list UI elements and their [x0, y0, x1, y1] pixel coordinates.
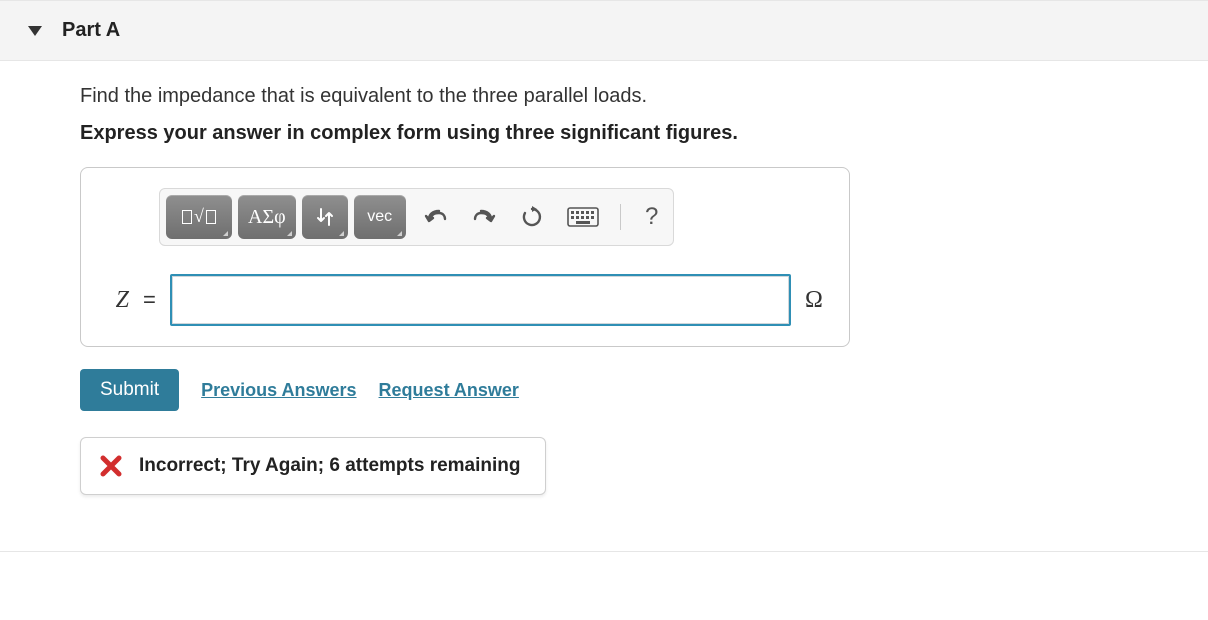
vector-tab[interactable]: vec	[354, 195, 406, 239]
part-header[interactable]: Part A	[0, 0, 1208, 61]
templates-tab[interactable]: √	[166, 195, 232, 239]
question-text: Find the impedance that is equivalent to…	[80, 85, 1100, 108]
unit-label: Ω	[805, 287, 827, 314]
part-title: Part A	[62, 19, 120, 42]
answer-box: √ ΑΣφ vec	[80, 167, 850, 347]
equals-sign: =	[143, 287, 156, 313]
vector-tab-label: vec	[367, 209, 392, 225]
feedback-message: Incorrect; Try Again; 6 attempts remaini…	[139, 455, 521, 477]
footer-divider	[0, 551, 1208, 552]
answer-input-row: Z = Ω	[103, 274, 827, 326]
instruction-text: Express your answer in complex form usin…	[80, 122, 1100, 145]
redo-button[interactable]	[466, 199, 502, 235]
answer-input[interactable]	[170, 274, 791, 326]
undo-button[interactable]	[418, 199, 454, 235]
equation-toolbar: √ ΑΣφ vec	[159, 188, 674, 246]
subscript-superscript-tab[interactable]	[302, 195, 348, 239]
submit-button[interactable]: Submit	[80, 369, 179, 411]
help-button[interactable]: ?	[639, 199, 665, 235]
variable-label: Z	[103, 287, 129, 314]
content-area: Find the impedance that is equivalent to…	[0, 61, 1100, 525]
request-answer-link[interactable]: Request Answer	[379, 380, 519, 401]
greek-tab[interactable]: ΑΣφ	[238, 195, 296, 239]
feedback-box: Incorrect; Try Again; 6 attempts remaini…	[80, 437, 546, 495]
previous-answers-link[interactable]: Previous Answers	[201, 380, 356, 401]
keyboard-button[interactable]	[562, 199, 604, 235]
reset-button[interactable]	[514, 199, 550, 235]
greek-tab-label: ΑΣφ	[248, 207, 286, 227]
caret-down-icon	[28, 26, 42, 36]
toolbar-separator	[620, 204, 621, 230]
incorrect-icon	[99, 454, 123, 478]
action-row: Submit Previous Answers Request Answer	[80, 369, 1100, 411]
